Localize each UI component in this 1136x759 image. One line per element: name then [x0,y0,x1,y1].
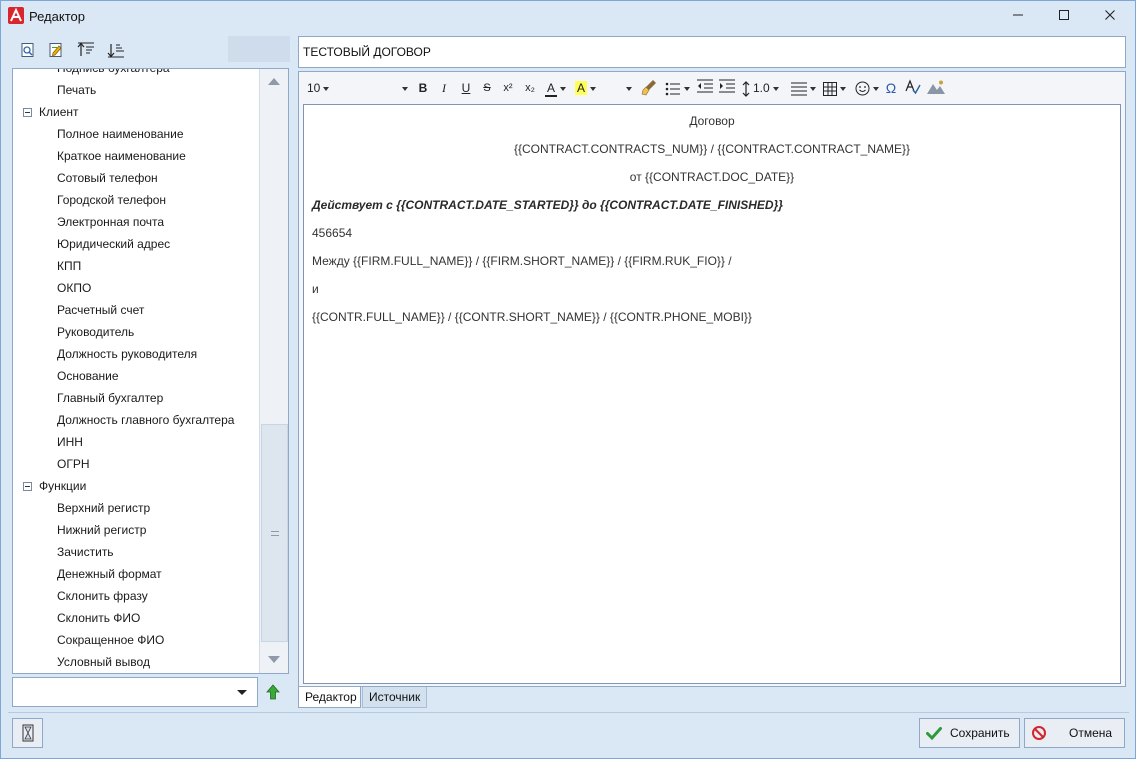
tree-item[interactable]: Условный вывод [57,653,150,671]
app-logo-icon [8,7,24,24]
scroll-up-icon[interactable] [268,78,280,85]
tree-item[interactable]: Юридический адрес [57,235,170,253]
highlight-color-button[interactable]: A [575,79,599,97]
document-line: Договор [689,114,735,128]
tree-group[interactable]: Клиент [39,103,79,121]
tree-scrollbar[interactable] [259,69,288,673]
tree-item[interactable]: Расчетный счет [57,301,144,319]
document-line: и [312,282,319,296]
tree-item[interactable]: ОГРН [57,455,90,473]
tree-item[interactable]: КПП [57,257,81,275]
collapse-toggle-icon[interactable] [23,108,32,117]
document-title-input[interactable]: ТЕСТОВЫЙ ДОГОВОР [298,36,1126,68]
tree-item[interactable]: Городской телефон [57,191,166,209]
checkmark-icon [926,725,942,741]
tree-item[interactable]: Склонить фразу [57,587,148,605]
window-title: Редактор [29,9,85,24]
style-dropdown[interactable] [622,79,632,97]
tree-item[interactable]: Денежный формат [57,565,162,583]
italic-button[interactable]: I [438,79,450,97]
tree-item[interactable]: Руководитель [57,323,134,341]
grip-icon [271,531,279,536]
document-line: Между {{FIRM.FULL_NAME}} / {{FIRM.SHORT_… [312,254,732,268]
image-insert-icon[interactable] [926,79,946,97]
tree-item[interactable]: Нижний регистр [57,521,146,539]
tab-source[interactable]: Источник [362,687,427,708]
tree-item[interactable]: Склонить ФИО [57,609,140,627]
tree-toolbar [15,39,215,61]
tree-item[interactable]: Подпись бухгалтера [57,69,170,77]
insert-arrow-up-icon[interactable] [266,684,280,700]
hourglass-button[interactable] [12,718,43,748]
tree-item[interactable]: Основание [57,367,119,385]
align-button[interactable] [791,79,817,97]
scroll-thumb[interactable] [261,424,288,642]
field-combo[interactable] [12,677,258,707]
underline-button[interactable]: U [459,79,473,97]
scroll-down-icon[interactable] [268,656,280,663]
preview-icon[interactable] [17,39,39,61]
save-button[interactable]: Сохранить [919,718,1020,748]
table-insert-button[interactable] [823,79,849,97]
tree-item[interactable]: ОКПО [57,279,91,297]
title-bar: Редактор [1,1,1135,31]
emoji-button[interactable] [855,79,881,97]
clear-format-icon[interactable] [639,79,659,97]
special-char-button[interactable]: Ω [884,79,898,97]
outdent-icon[interactable] [697,79,713,97]
close-button[interactable] [1087,1,1133,29]
tree-group[interactable]: Функции [39,477,86,495]
bullet-list-button[interactable] [665,79,691,97]
cancel-icon [1031,725,1047,741]
spellcheck-icon[interactable] [904,79,922,97]
font-size-select[interactable]: 10 [307,79,339,97]
document-line: 456654 [312,226,353,240]
tree-item[interactable]: ИНН [57,433,83,451]
document-line: от {{CONTRACT.DOC_DATE}} [629,170,795,184]
document-body[interactable]: Договор {{CONTRACT.CONTRACTS_NUM}} / {{CO… [303,104,1121,684]
edit-icon[interactable] [45,39,67,61]
sort-down-icon[interactable] [105,39,127,61]
tree-item[interactable]: Должность главного бухгалтера [57,411,234,429]
format-toolbar: 10 B I U S x² x₂ A A 1.0 Ω [299,72,1125,104]
superscript-button[interactable]: x² [499,79,517,97]
tree-item[interactable]: Верхний регистр [57,499,150,517]
document-line: {{CONTR.FULL_NAME}} / {{CONTR.SHORT_NAME… [312,310,752,324]
save-label: Сохранить [950,726,1010,740]
cancel-label: Отмена [1069,726,1113,740]
tree-item[interactable]: Должность руководителя [57,345,197,363]
maximize-button[interactable] [1041,1,1087,29]
document-line: {{CONTRACT.CONTRACTS_NUM}} / {{CONTRACT.… [513,142,911,156]
tree-item[interactable]: Краткое наименование [57,147,186,165]
strikethrough-button[interactable]: S [481,79,493,97]
tree-item[interactable]: Сотовый телефон [57,169,158,187]
subscript-button[interactable]: x₂ [521,79,539,97]
hourglass-icon [22,724,33,742]
font-color-button[interactable]: A [545,79,569,97]
bottom-divider [8,712,1129,713]
tree-item[interactable]: Зачистить [57,543,114,561]
rich-text-editor: 10 B I U S x² x₂ A A 1.0 Ω Договор {{CON… [298,71,1126,687]
editor-window: Редактор Подпись бухгалтера Печать Клиент П… [0,0,1136,759]
field-tree[interactable]: Подпись бухгалтера Печать Клиент Полное наи… [12,68,289,674]
chevron-down-icon[interactable] [237,690,247,695]
tree-item[interactable]: Сокращенное ФИО [57,631,164,649]
tab-editor[interactable]: Редактор [298,687,361,708]
tree-item[interactable]: Полное наименование [57,125,184,143]
line-spacing-button[interactable]: 1.0 [741,79,779,97]
collapse-toggle-icon[interactable] [23,482,32,491]
tree-item[interactable]: Главный бухгалтер [57,389,163,407]
toolbar-spacer [228,36,290,62]
cancel-button[interactable]: Отмена [1024,718,1125,748]
indent-icon[interactable] [719,79,735,97]
tree-item[interactable]: Электронная почта [57,213,164,231]
tree-item[interactable]: Печать [57,81,96,99]
font-family-dropdown[interactable] [397,79,409,97]
minimize-button[interactable] [995,1,1041,29]
sort-up-icon[interactable] [75,39,97,61]
bold-button[interactable]: B [416,79,430,97]
document-line: Действует с {{CONTRACT.DATE_STARTED}} до… [312,198,783,212]
